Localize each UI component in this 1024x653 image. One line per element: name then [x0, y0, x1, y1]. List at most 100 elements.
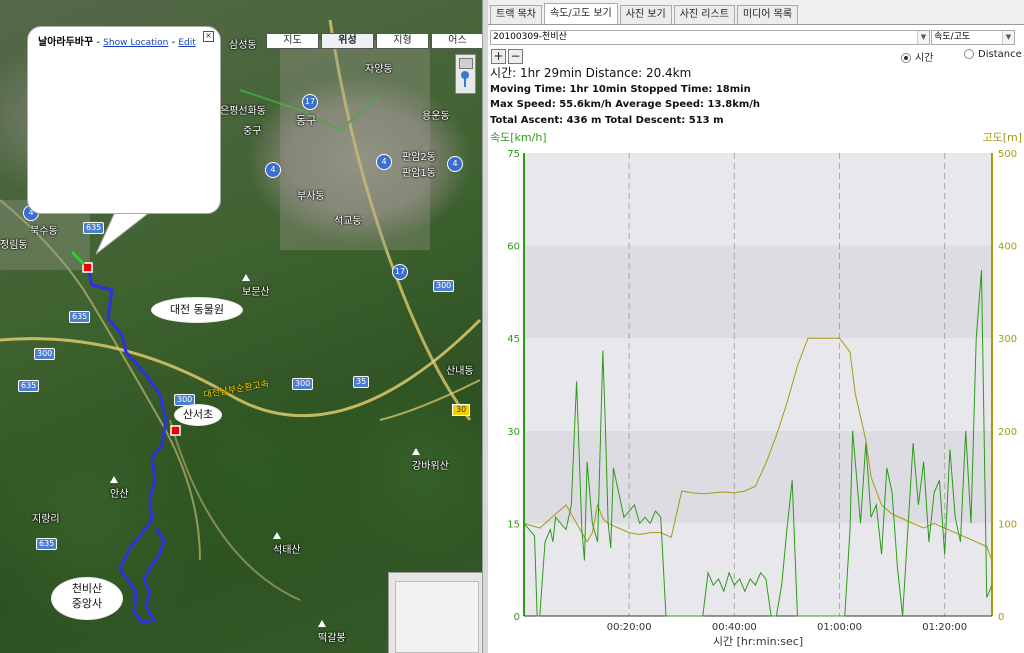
- bubble-school[interactable]: 산서초: [175, 405, 221, 425]
- radio-distance[interactable]: Distance: [964, 49, 1022, 60]
- x-tick-label: 01:00:00: [817, 622, 862, 633]
- chevron-down-icon: ▼: [1002, 31, 1014, 44]
- stats-line: Max Speed: 55.6km/h Average Speed: 13.8k…: [490, 99, 761, 110]
- overview-map[interactable]: [388, 572, 482, 653]
- place-label: 용운동: [422, 111, 450, 122]
- y-tick-label-right: 500: [998, 149, 1017, 160]
- zoom-in-button[interactable]: +: [491, 49, 506, 64]
- route-shield: 35: [353, 376, 370, 388]
- x-tick-label: 01:20:00: [922, 622, 967, 633]
- bubble-zoo[interactable]: 대전 동물원: [152, 298, 242, 322]
- map-type-tabs: 지도 위성 지형 어스: [266, 33, 482, 49]
- edit-link[interactable]: Edit: [178, 38, 195, 48]
- radio-checked-icon: [901, 53, 911, 63]
- track-stats: 시간: 1hr 29min Distance: 20.4km Moving Ti…: [490, 66, 760, 128]
- map-tab-earth[interactable]: 어스: [431, 33, 482, 49]
- y-tick-label-left: 30: [507, 427, 520, 438]
- chart-band: [524, 523, 992, 616]
- selector-row: 20100309-천비산 ▼ 속도/고도 ▼: [490, 30, 1022, 46]
- chevron-down-icon: ▼: [917, 31, 929, 44]
- route-shield: 300: [34, 348, 56, 360]
- y-tick-label-left: 0: [514, 612, 520, 623]
- route-shield: 4: [447, 156, 463, 172]
- info-window: 날아라두바꾸 - Show Location - Edit ×: [27, 26, 221, 214]
- chart-band: [524, 245, 992, 339]
- stats-line: Moving Time: 1hr 10min Stopped Time: 18m…: [490, 83, 751, 95]
- route-shield: 635: [83, 222, 105, 234]
- route-shield: 635: [69, 311, 91, 323]
- panel-tabs: 트랙 목차 속도/고도 보기 사진 보기 사진 리스트 미디어 목록: [488, 0, 1024, 25]
- mountain-icon: [412, 447, 420, 455]
- info-window-title: 날아라두바꾸 - Show Location - Edit: [38, 37, 196, 48]
- stats-line: 시간: 1hr 29min Distance: 20.4km: [490, 66, 692, 80]
- route-shield: 635: [18, 380, 40, 392]
- place-label: 판암2동: [402, 152, 436, 163]
- route-shield: 17: [302, 94, 318, 110]
- radio-unchecked-icon: [964, 49, 974, 59]
- pegman-control[interactable]: [455, 54, 476, 94]
- mountain-icon: [242, 273, 250, 281]
- x-tick-label: 00:40:00: [712, 622, 757, 633]
- satellite-map[interactable]: 지도 위성 지형 어스 삼성동 자양동 은평선화동 중구 동구 용운동 판암2동…: [0, 0, 482, 653]
- radio-time[interactable]: 시간: [901, 49, 933, 64]
- close-icon[interactable]: ×: [203, 31, 214, 42]
- y-axis-title-right: 고도[m]: [982, 131, 1022, 144]
- place-label: 보문산: [242, 272, 270, 298]
- map-tab-terrain[interactable]: 지형: [376, 33, 429, 49]
- tab-track-list[interactable]: 트랙 목차: [490, 5, 542, 24]
- place-label: 석교동: [334, 216, 362, 227]
- route-shield: 30: [452, 404, 471, 416]
- y-tick-label-right: 300: [998, 334, 1017, 345]
- y-tick-label-right: 0: [998, 612, 1004, 623]
- y-tick-label-left: 60: [507, 242, 520, 253]
- route-shield: 300: [174, 394, 196, 406]
- place-label: 강바위산: [412, 446, 449, 472]
- map-tab-satellite[interactable]: 위성: [321, 33, 374, 49]
- place-label: 동구: [296, 114, 317, 127]
- y-tick-label-right: 400: [998, 242, 1017, 253]
- place-label: 부사동: [297, 191, 325, 202]
- y-tick-label-left: 75: [507, 149, 520, 160]
- place-label: 북수동: [30, 226, 58, 237]
- route-shield: 635: [36, 538, 58, 550]
- y-tick-label-left: 15: [507, 519, 520, 530]
- show-location-link[interactable]: Show Location: [103, 38, 168, 48]
- tab-speed-altitude[interactable]: 속도/고도 보기: [543, 3, 618, 24]
- chart-band: [524, 338, 992, 431]
- place-label: 판암1동: [402, 168, 436, 179]
- route-shield: 300: [292, 378, 314, 390]
- route-shield: 17: [392, 264, 408, 280]
- gps-track: [86, 267, 168, 624]
- mountain-icon: [273, 531, 281, 539]
- y-axis-title-left: 속도[km/h]: [490, 131, 547, 144]
- y-tick-label-right: 100: [998, 519, 1017, 530]
- mode-select[interactable]: 속도/고도 ▼: [931, 30, 1015, 45]
- track-select[interactable]: 20100309-천비산 ▼: [490, 30, 930, 45]
- place-label: 산내동: [446, 366, 474, 377]
- place-label: 정림동: [0, 240, 28, 251]
- x-axis-title: 시간 [hr:min:sec]: [713, 635, 803, 648]
- mountain-icon: [318, 619, 326, 627]
- speed-altitude-chart[interactable]: 0 15 30 45 60 75 0 100 200 300 400 500 00:20:00 00:40…: [488, 125, 1024, 653]
- place-label: 중구: [243, 126, 262, 137]
- zoom-out-button[interactable]: −: [508, 49, 523, 64]
- tab-media-list[interactable]: 미디어 목록: [736, 5, 799, 24]
- place-label: 떡갈봉: [318, 618, 346, 644]
- pegman-zoom-icon: [459, 58, 473, 69]
- tab-photo-view[interactable]: 사진 보기: [619, 5, 672, 24]
- route-shield: 4: [376, 154, 392, 170]
- y-tick-label-left: 45: [507, 334, 520, 345]
- track-panel: 트랙 목차 속도/고도 보기 사진 보기 사진 리스트 미디어 목록 20100…: [488, 0, 1024, 653]
- place-label: 지랑리: [32, 514, 60, 525]
- chart-band: [524, 153, 992, 246]
- place-label: 안산: [110, 474, 128, 500]
- place-label: 삼성동: [229, 40, 257, 51]
- tab-photo-list[interactable]: 사진 리스트: [673, 5, 735, 24]
- map-tab-map[interactable]: 지도: [266, 33, 319, 49]
- bubble-summit[interactable]: 천비산 중앙사: [52, 578, 122, 619]
- y-tick-label-right: 200: [998, 427, 1017, 438]
- place-label: 자양동: [365, 64, 393, 75]
- place-label: 석태산: [273, 530, 301, 556]
- x-tick-label: 00:20:00: [607, 622, 652, 633]
- route-shield: 4: [265, 162, 281, 178]
